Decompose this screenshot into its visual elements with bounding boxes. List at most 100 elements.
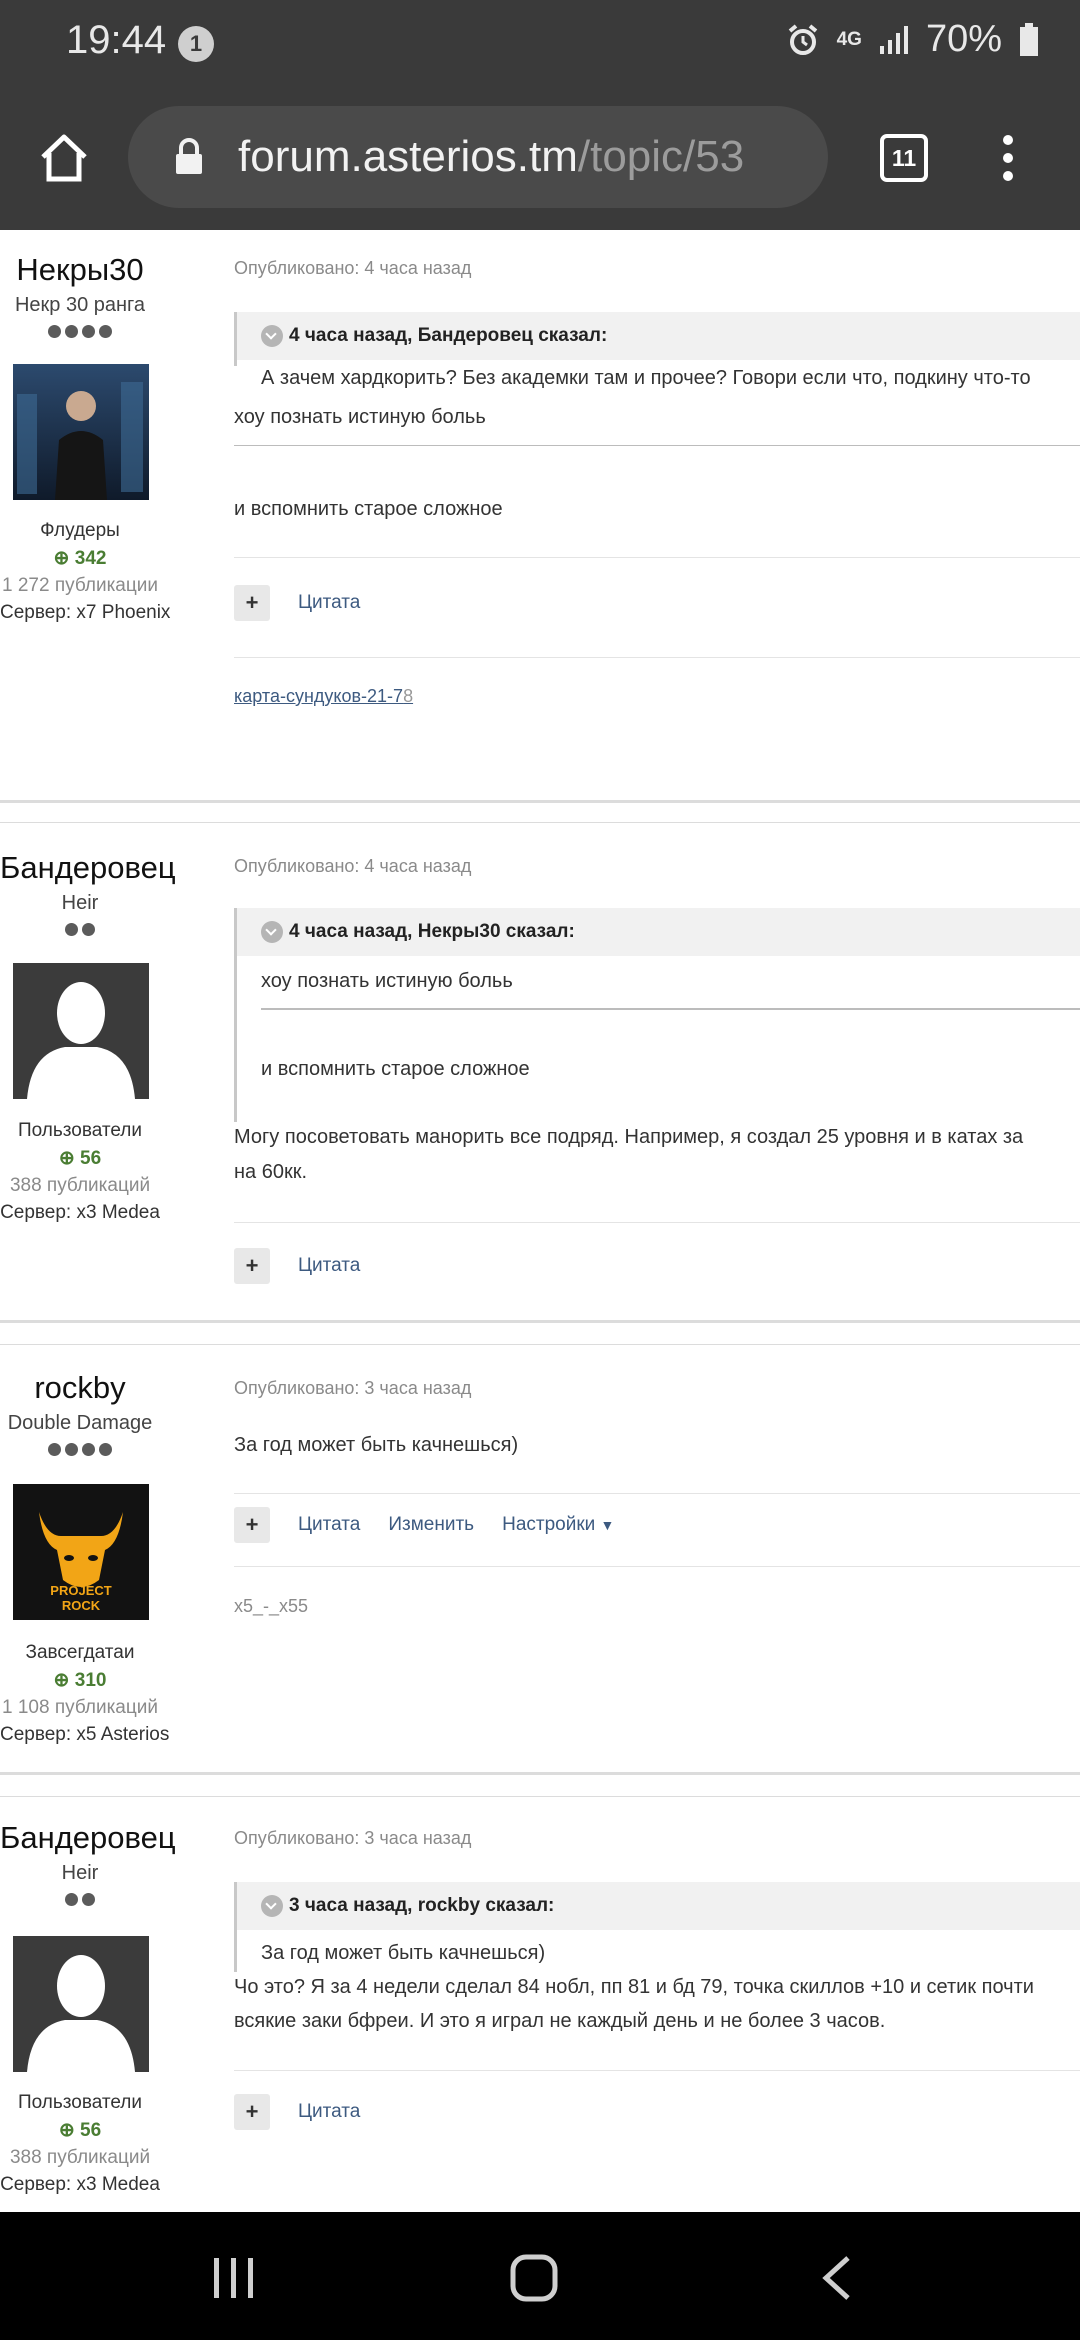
recent-apps-icon[interactable] [212,2256,256,2300]
plus-circle-icon: ⊕ [58,1148,75,1169]
post-separator [0,800,1080,803]
post-content: Опубликовано: 3 часа назад 3 часа назад,… [234,1804,1080,2212]
avatar[interactable] [13,364,149,500]
reputation-badge: ⊕ 56 [0,2119,160,2142]
quote-link[interactable]: Цитата [298,1514,360,1536]
post-content: Опубликовано: 4 часа назад 4 часа назад,… [234,230,1080,800]
tab-switcher-button[interactable]: 11 [880,134,928,182]
author-server: Сервер: x3 Medea [0,1202,160,1223]
divider [234,557,1080,558]
quote-link[interactable]: Цитата [298,592,360,614]
author-name[interactable]: rockby [0,1370,160,1406]
quote-header: 4 часа назад, Бандеровец сказал: [237,312,1080,360]
author-group: Пользователи [17,1120,142,1141]
rank-pips [0,1893,160,1909]
post-content: Опубликовано: 3 часа назад За год может … [234,1352,1080,1772]
post-text: и вспомнить старое сложное [234,498,503,520]
post-author: Бандеровец Heir [0,1820,176,1909]
author-name[interactable]: Некры30 [0,252,160,288]
home-nav-icon[interactable] [510,2254,558,2302]
post-author: Некры30 Некр 30 ранга [0,252,160,341]
signature-link[interactable]: карта-сундуков-21-78 [234,686,413,707]
post-date: Опубликовано: 4 часа назад [234,258,472,278]
reaction-button[interactable]: + [234,585,270,621]
settings-dropdown[interactable]: Настройки ▼ [502,1514,614,1536]
reaction-button[interactable]: + [234,1507,270,1543]
post-author: Бандеровец Heir [0,850,176,939]
author-rank: Heir [61,1862,99,1884]
author-server: Сервер: x7 Phoenix [0,602,171,623]
author-group: Завсегдатаи [25,1642,135,1663]
author-server: Сервер: x5 Asterios [0,1724,170,1745]
edit-link[interactable]: Изменить [388,1514,474,1536]
collapse-icon[interactable] [261,921,283,943]
author-info: Флудеры ⊕ 342 1 272 публикации Сервер: x… [0,520,171,624]
plus-circle-icon: ⊕ [53,1670,70,1691]
author-rank: Heir [61,892,99,914]
rank-pips [0,1443,160,1459]
url-text: forum.asterios.tm/topic/53 [238,132,744,182]
plus-icon: + [245,1512,259,1537]
collapse-icon[interactable] [261,325,283,347]
avatar[interactable] [13,963,149,1099]
author-name[interactable]: Бандеровец [0,1820,176,1856]
signature-extra: 8 [403,686,414,706]
post-text: хоу познать истиную больь [234,406,486,428]
author-rank: Некр 30 ранга [14,294,146,316]
reputation-value: 56 [80,1148,102,1169]
post-actions: + Цитата [234,1248,360,1284]
post-actions: + Цитата [234,585,360,621]
avatar[interactable]: PROJECT ROCK [13,1484,149,1620]
post-separator [0,1344,1080,1345]
quote-header: 4 часа назад, Некры30 сказал: [237,908,1080,956]
tab-count: 11 [891,145,917,171]
battery-icon [1020,22,1038,56]
quote-author: 3 часа назад, rockby сказал: [289,1895,555,1916]
divider [234,657,1080,658]
reputation-badge: ⊕ 310 [0,1669,160,1692]
divider [234,2070,1080,2071]
quote-link[interactable]: Цитата [298,1255,360,1277]
back-icon[interactable] [822,2256,852,2300]
url-host: forum.asterios.tm [238,132,578,181]
reaction-button[interactable]: + [234,2094,270,2130]
post-author: rockby Double Damage [0,1370,160,1459]
status-icons: 4G 70% [785,18,1040,61]
signature-text: x5_-_x55 [234,1596,309,1616]
divider [261,1008,1080,1010]
author-name[interactable]: Бандеровец [0,850,176,886]
reputation-badge: ⊕ 56 [0,1147,160,1170]
collapse-icon[interactable] [261,1895,283,1917]
lock-icon [176,138,202,174]
post-text: За год может быть качнешься) [234,1434,519,1456]
author-server: Сервер: x3 Medea [0,2174,160,2195]
home-icon[interactable] [38,132,90,184]
status-time: 19:44 [66,18,167,62]
posts-count: 1 108 публикаций [2,1697,158,1718]
author-group: Флудеры [40,520,120,541]
address-bar[interactable]: forum.asterios.tm/topic/53 [128,106,828,208]
avatar-text: PROJECT [50,1583,111,1598]
post-text: всякие заки бфреи. И это я играл не кажд… [234,2010,886,2032]
forum-post: rockby Double Damage PROJECT ROCK Завсег… [0,1352,1080,1772]
author-info: Пользователи ⊕ 56 388 публикаций Сервер:… [0,1120,160,1224]
quote-author: 4 часа назад, Бандеровец сказал: [289,325,608,346]
quote-text: и вспомнить старое сложное [261,1058,530,1080]
divider [234,445,1080,446]
signature-text: карта-сундуков-21-7 [234,686,404,706]
forum-post: Бандеровец Heir Пользователи ⊕ 56 388 пу… [0,830,1080,1320]
post-text: на 60кк. [234,1161,308,1183]
avatar[interactable] [13,1936,149,2072]
post-text: Могу посоветовать манорить все подряд. Н… [234,1126,1024,1148]
quote-link[interactable]: Цитата [298,2101,360,2123]
settings-label: Настройки [502,1514,596,1535]
signal-icon [879,25,908,54]
plus-circle-icon: ⊕ [58,2120,75,2141]
post-separator [0,1320,1080,1323]
more-menu-icon[interactable] [998,132,1018,184]
network-type: 4G [836,28,862,50]
reputation-value: 56 [80,2120,102,2141]
reaction-button[interactable]: + [234,1248,270,1284]
quote-text: А зачем хардкорить? Без академки там и п… [261,367,1031,389]
url-path: /topic/53 [577,132,745,181]
